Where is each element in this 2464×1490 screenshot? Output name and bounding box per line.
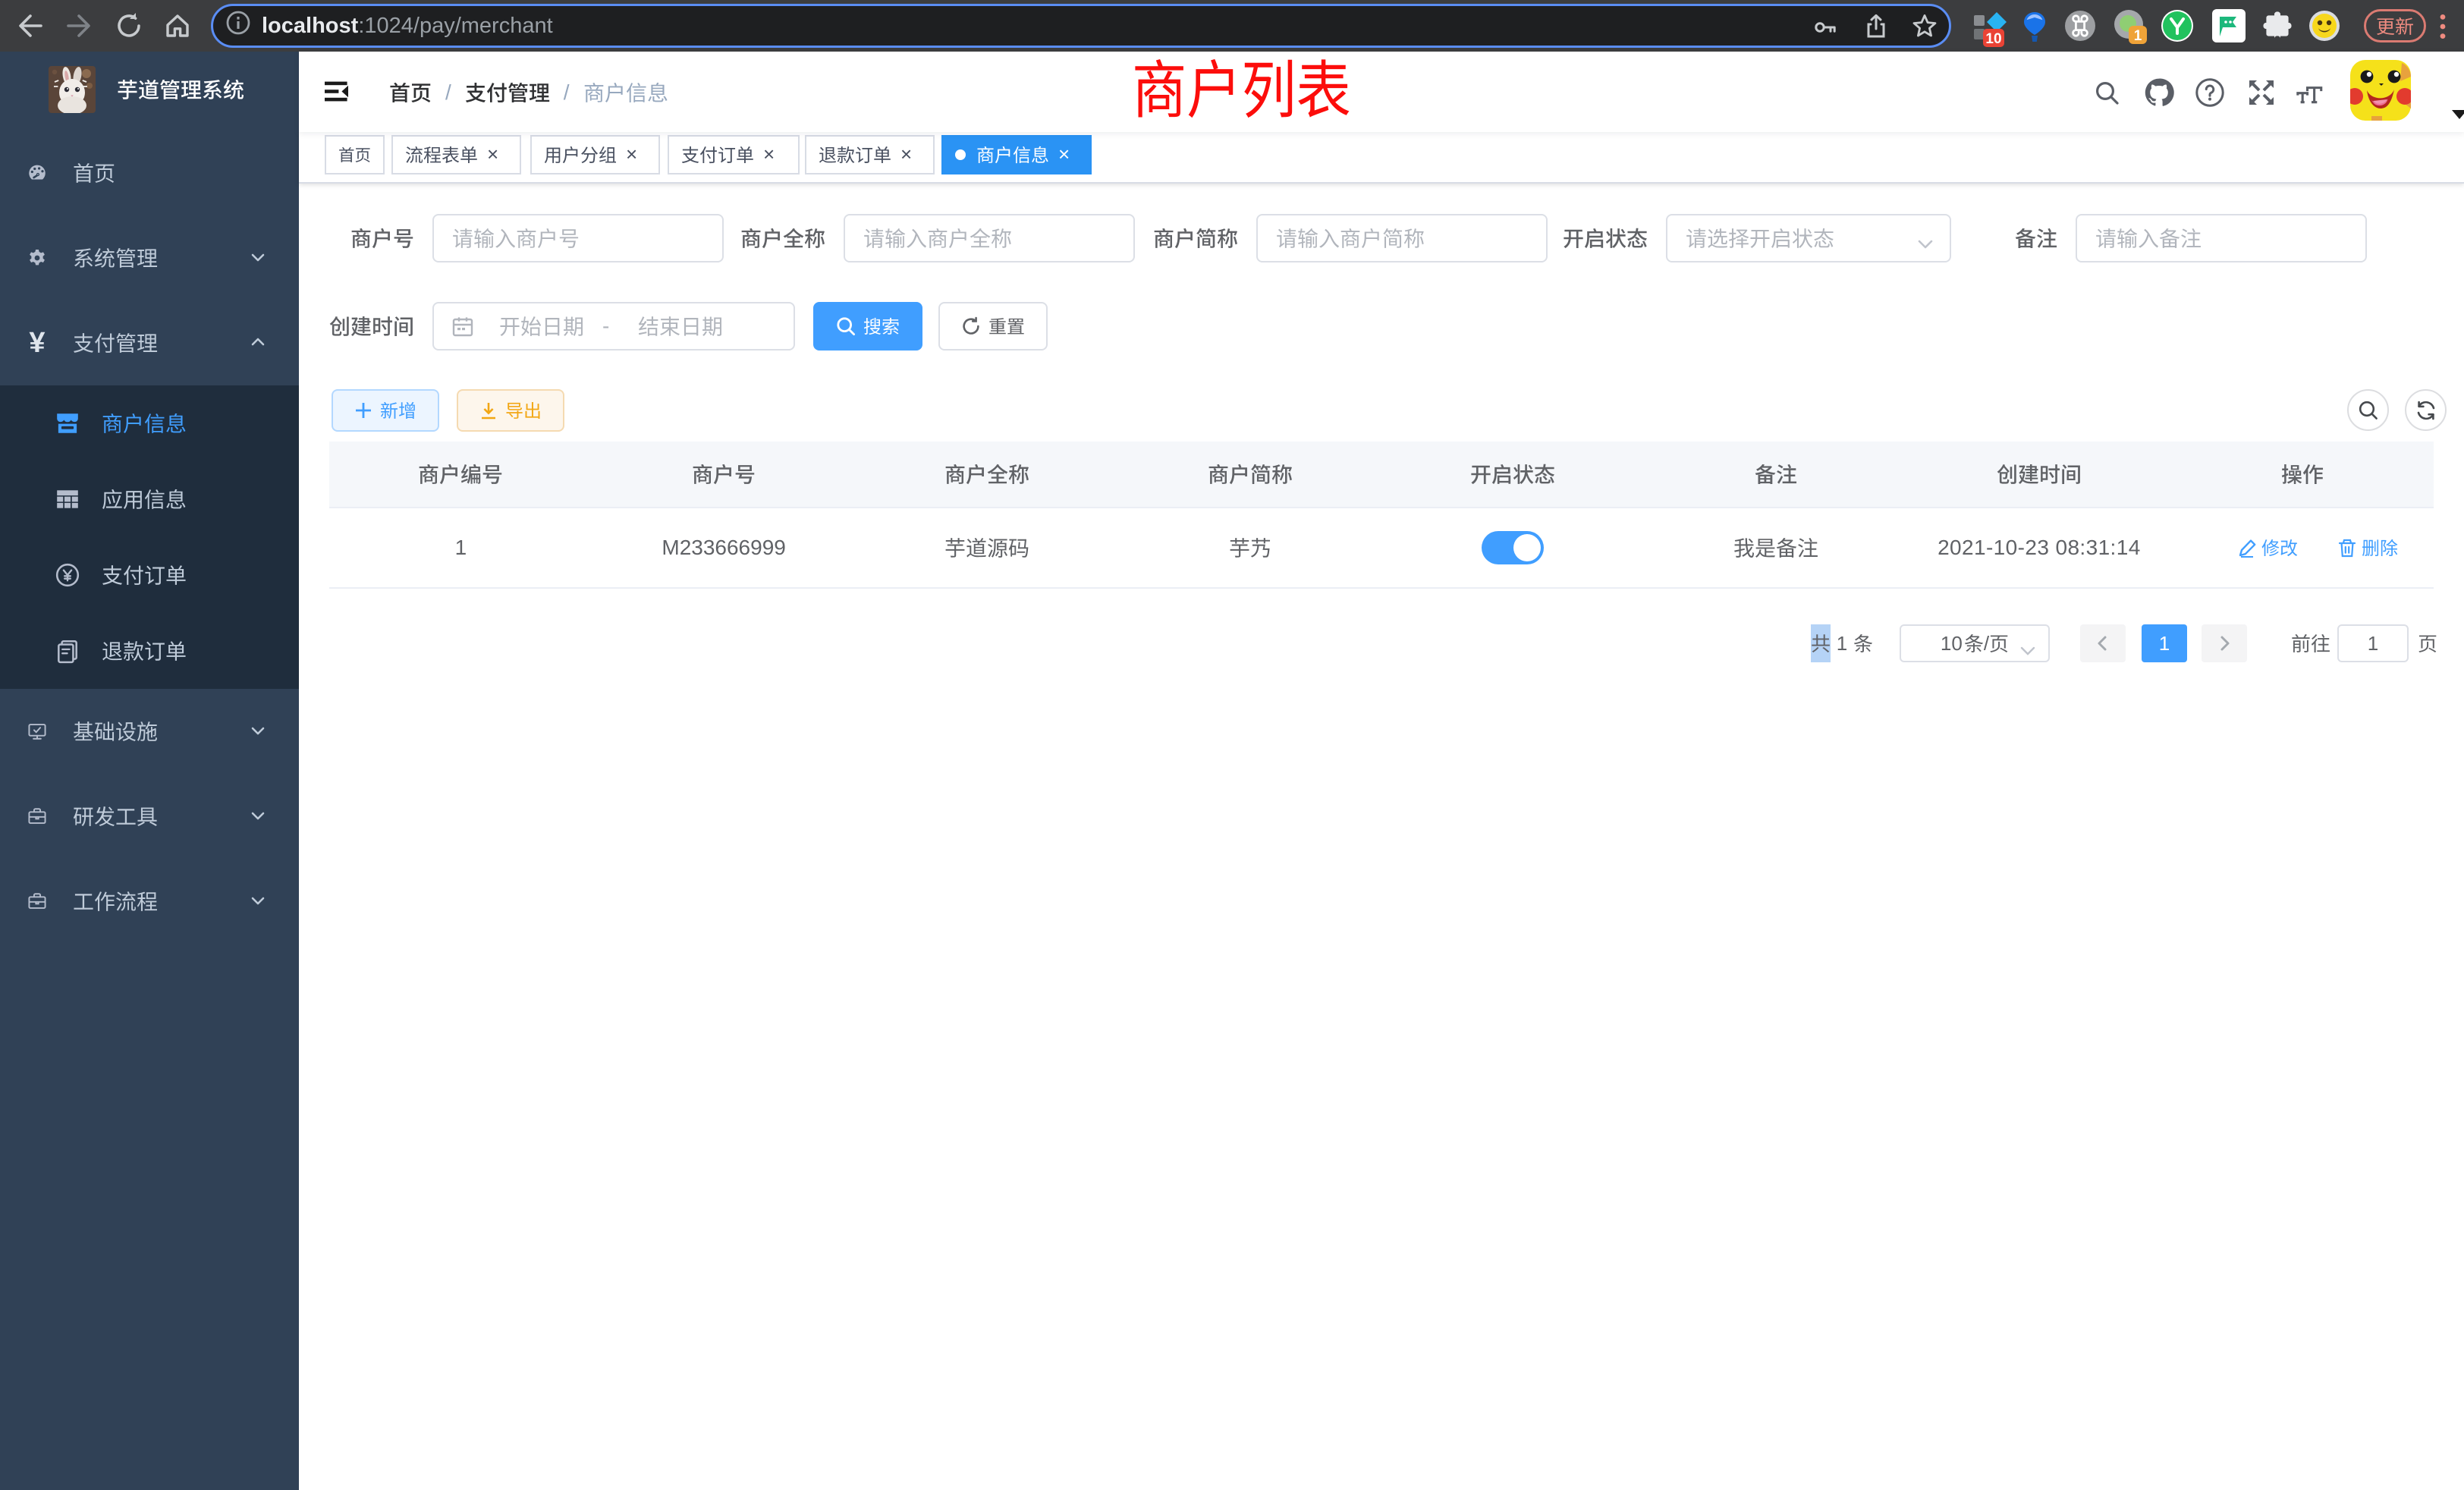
svg-text:1: 1 [2134,28,2142,44]
svg-text:10: 10 [1985,31,2001,47]
